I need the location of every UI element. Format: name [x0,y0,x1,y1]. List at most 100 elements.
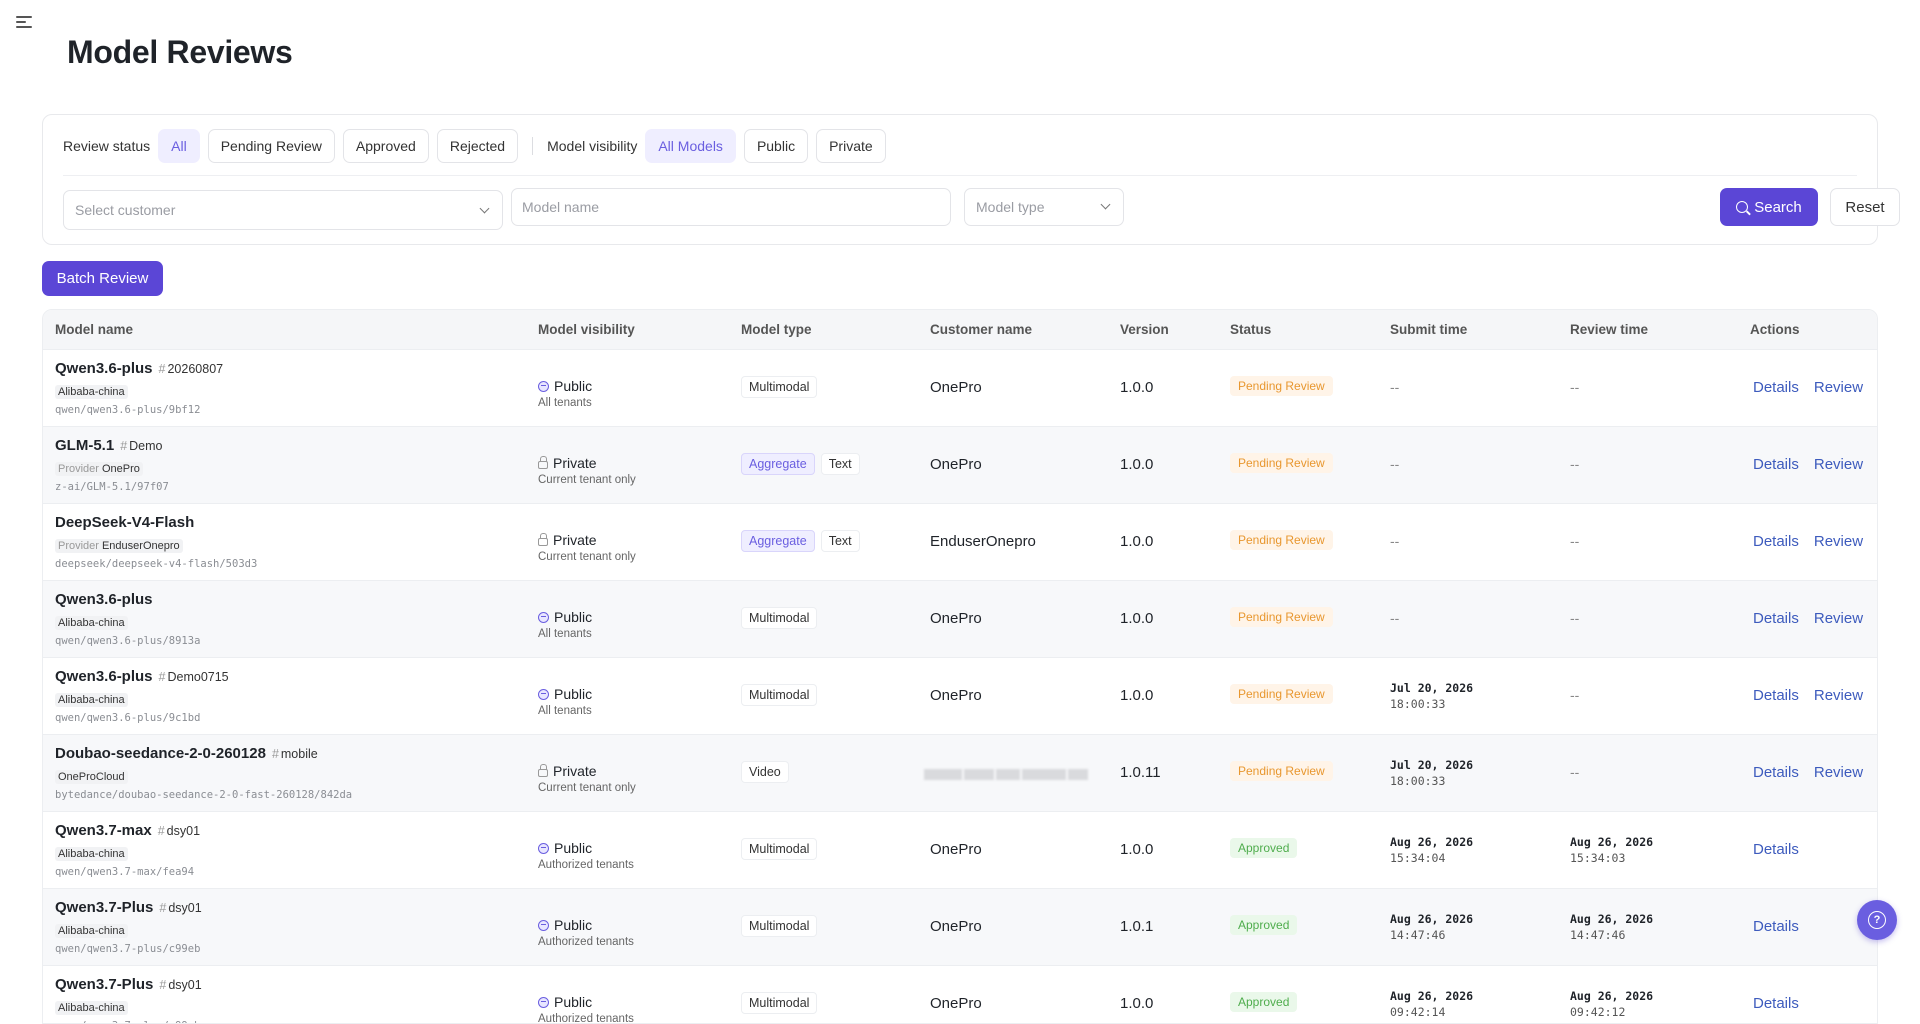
visibility-cell: Public All tenants [538,378,592,409]
visibility-value: Public [554,378,593,394]
chevron-down-icon [1100,199,1111,210]
version: 1.0.0 [1120,379,1154,396]
globe-icon [538,688,549,700]
review-link[interactable]: Review [1814,379,1863,396]
details-link[interactable]: Details [1753,918,1799,935]
help-icon: ? [1868,911,1886,929]
model-name[interactable]: Qwen3.7-max [55,822,152,839]
review-link[interactable]: Review [1814,533,1863,550]
col-header-version: Version [1120,322,1169,337]
table-row: Qwen3.7-Plus #dsy01 Alibaba-china qwen/qwen… [43,889,1877,966]
submit-time: -- [1390,372,1399,395]
visibility-cell: Public Authorized tenants [538,994,634,1023]
review-status-segmented: All Pending Review Approved Rejected [158,129,519,163]
visibility-line: Public [538,609,592,625]
table-row: Doubao-seedance-2-0-260128 # mobile OneProC… [43,735,1877,812]
model-path: qwen/qwen3.7-plus/c99eb [55,943,201,955]
version: 1.0.0 [1120,687,1154,704]
empty-value: -- [1390,379,1400,395]
provider-chip: Alibaba-china [55,384,128,399]
model-type-chip: Multimodal [741,607,818,629]
model-tag: #20260807 [159,362,224,376]
model-name[interactable]: Qwen3.7-Plus [55,976,153,993]
visibility-scope: Authorized tenants [538,936,634,948]
review-link[interactable]: Review [1814,610,1863,627]
visibility-cell: Private Current tenant only [538,763,636,794]
details-link[interactable]: Details [1753,610,1799,627]
filter-visibility-private[interactable]: Private [816,129,886,163]
status-cell: Approved [1230,992,1298,1012]
customer-select-placeholder: Select customer [75,202,176,218]
details-link[interactable]: Details [1753,456,1799,473]
model-tag-text: Demo0715 [167,670,229,684]
details-link[interactable]: Details [1753,764,1799,781]
submit-clock: 09:42:14 [1390,1005,1446,1019]
customer-name: OnePro [930,995,982,1012]
model-type-chip: Multimodal [741,684,818,706]
model-tag: # dsy01 [158,824,200,838]
model-name[interactable]: GLM-5.1 [55,437,114,454]
filter-status-pending-review[interactable]: Pending Review [207,129,335,163]
model-type-select[interactable]: Model type [964,188,1124,226]
model-name[interactable]: Qwen3.6-plus [55,591,153,608]
filter-visibility-all-models[interactable]: All Models [645,129,736,163]
model-type-cell: Multimodal [741,607,818,629]
filter-status-rejected[interactable]: Rejected [436,129,519,163]
batch-review-button[interactable]: Batch Review [42,261,163,296]
review-link[interactable]: Review [1814,456,1863,473]
model-name[interactable]: Doubao-seedance-2-0-260128 [55,745,266,762]
model-path: deepseek/deepseek-v4-flash/503d3 [55,558,258,570]
submit-date: Aug 26, 2026 [1390,912,1474,926]
filter-row-search: Select customer Model type Search Reset [63,188,1900,230]
review-link[interactable]: Review [1814,764,1863,781]
model-name-cell: Qwen3.6-plus #20260807 Alibaba-china qwen/q… [55,360,525,416]
model-name[interactable]: DeepSeek-V4-Flash [55,514,194,531]
version: 1.0.11 [1120,764,1161,781]
status-badge: Pending Review [1230,376,1333,396]
globe-icon [538,611,549,623]
reset-button[interactable]: Reset [1830,188,1900,226]
search-button[interactable]: Search [1720,188,1818,226]
review-clock: 15:34:03 [1570,851,1626,865]
menu-icon[interactable] [16,16,32,30]
col-header-submit-time: Submit time [1390,322,1468,337]
model-path: z-ai/GLM-5.1/97f07 [55,481,169,493]
model-path: bytedance/doubao-seedance-2-0-fast-26012… [55,789,353,801]
col-header-type: Model type [741,322,812,337]
customer-name-redacted [924,766,1094,782]
model-name-input[interactable] [511,188,951,226]
filter-status-approved[interactable]: Approved [342,129,429,163]
provider-line: Alibaba-china [55,921,525,940]
review-link[interactable]: Review [1814,687,1863,704]
visibility-cell: Private Current tenant only [538,532,636,563]
filter-visibility-public[interactable]: Public [743,129,809,163]
review-time: -- [1570,526,1579,549]
model-name[interactable]: Qwen3.6-plus [55,668,153,685]
details-link[interactable]: Details [1753,687,1799,704]
details-link[interactable]: Details [1753,841,1799,858]
customer-select[interactable]: Select customer [63,190,503,230]
model-name-cell: DeepSeek-V4-Flash Provider EnduserOnepro de… [55,514,525,570]
filter-status-all[interactable]: All [158,129,200,163]
visibility-value: Public [554,994,593,1010]
model-name[interactable]: Qwen3.7-Plus [55,899,153,916]
table-row: Qwen3.6-plus #20260807 Alibaba-china qwen/q… [43,350,1877,427]
details-link[interactable]: Details [1753,995,1799,1012]
model-type-chip: Text [820,530,860,552]
status-cell: Approved [1230,838,1298,858]
model-name[interactable]: Qwen3.6-plus [55,360,153,377]
visibility-value: Public [554,917,593,933]
submit-clock: 14:47:46 [1390,928,1446,942]
version: 1.0.0 [1120,533,1154,550]
details-link[interactable]: Details [1753,533,1799,550]
model-name-line: GLM-5.1 # Demo [55,437,525,457]
visibility-value: Private [553,455,597,471]
provider-line: Alibaba-china [55,998,525,1017]
help-button[interactable]: ? [1857,900,1897,940]
visibility-line: Private [538,763,636,779]
col-header-review-time: Review time [1570,322,1649,337]
provider-chip: Alibaba-china [55,1000,128,1015]
details-link[interactable]: Details [1753,379,1799,396]
hash-icon: # [157,824,165,838]
provider-chip: Provider EnduserOnepro [55,538,183,553]
